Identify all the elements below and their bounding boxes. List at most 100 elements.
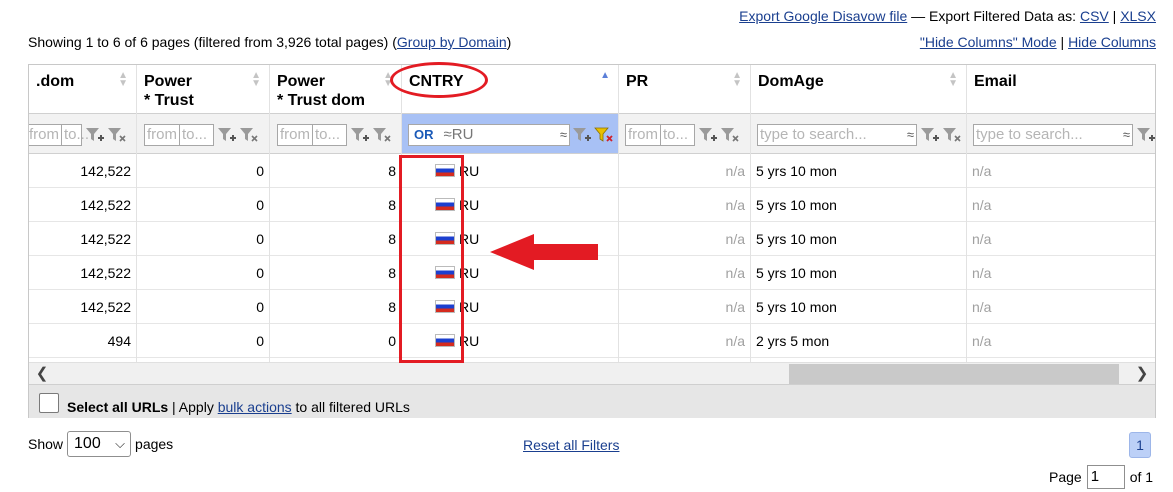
cell-email: n/a (967, 188, 1155, 222)
header-power-trust[interactable]: Power * Trust ▲ ▼ (137, 65, 269, 114)
header-cntry[interactable]: CNTRY ▲ (402, 65, 618, 114)
add-filter-icon[interactable] (350, 126, 370, 144)
cell-cntry: RU (402, 324, 618, 358)
select-all-checkbox[interactable] (39, 393, 59, 413)
add-filter-icon[interactable] (1136, 126, 1156, 144)
header-power-trust-line2: * Trust (144, 92, 194, 109)
add-filter-icon[interactable] (920, 126, 940, 144)
scroll-left-icon[interactable]: ❮ (31, 363, 53, 385)
header-dom[interactable]: .dom ▲ ▼ (29, 65, 136, 114)
export-xlsx-link[interactable]: XLSX (1120, 8, 1156, 24)
cell-pr: n/a (619, 256, 750, 290)
add-filter-icon[interactable] (698, 126, 718, 144)
header-power-trust-dom-line2: * Trust dom (277, 92, 366, 109)
column-pr: PR ▲ ▼ from to... n/a n/a n/a n/a n/a n/a (619, 65, 751, 362)
search-input-domage[interactable]: type to search... ≈ (757, 124, 917, 146)
cell-cntry-code: RU (459, 299, 480, 315)
cell-power-trust: 0 (137, 324, 269, 358)
range-from-input[interactable]: from (145, 125, 179, 145)
approx-match-icon[interactable]: ≈ (907, 125, 914, 145)
results-summary-close: ) (506, 34, 512, 50)
range-from-input[interactable]: from (29, 125, 61, 145)
approx-match-icon[interactable]: ≈ (1123, 125, 1130, 145)
select-all-label: Select all URLs (67, 399, 169, 415)
export-csv-link[interactable]: CSV (1080, 8, 1109, 24)
clear-filter-icon[interactable] (720, 126, 740, 144)
clear-filter-icon[interactable] (107, 126, 127, 144)
clear-filter-icon[interactable] (239, 126, 259, 144)
page-1-button[interactable]: 1 (1129, 432, 1151, 458)
cntry-filter-input[interactable]: OR ≈RU ≈ (408, 124, 570, 146)
range-filter-power-trust-dom[interactable]: from to... (277, 124, 347, 146)
export-disavow-link[interactable]: Export Google Disavow file (739, 8, 907, 24)
group-by-domain-link[interactable]: Group by Domain (397, 34, 507, 50)
range-filter-pr[interactable]: from to... (625, 124, 695, 146)
page-number-input[interactable]: 1 (1086, 465, 1125, 489)
hide-columns-link[interactable]: Hide Columns (1068, 34, 1156, 50)
cell-pr: n/a (619, 188, 750, 222)
filter-operator-or[interactable]: OR (411, 127, 444, 142)
cell-power-trust-dom: 8 (270, 256, 401, 290)
cell-email: n/a (967, 154, 1155, 188)
range-from-input[interactable]: from (278, 125, 312, 145)
sort-icon[interactable]: ▲ ▼ (383, 71, 393, 89)
cell-cntry-code: RU (459, 333, 480, 349)
search-placeholder: type to search... (976, 126, 1083, 143)
sort-icon[interactable]: ▲ ▼ (118, 71, 128, 89)
cell-cntry: RU (402, 154, 618, 188)
hide-columns-mode-link[interactable]: "Hide Columns" Mode (920, 34, 1057, 50)
sort-icon[interactable]: ▲ ▼ (251, 71, 261, 89)
cell-email: n/a (967, 290, 1155, 324)
page-navigator: Page 1 of 1 (1049, 465, 1153, 489)
add-filter-icon[interactable] (217, 126, 237, 144)
range-filter-power-trust[interactable]: from to... (144, 124, 214, 146)
clear-filter-icon[interactable] (942, 126, 962, 144)
cell-dom: 142,522 (29, 290, 136, 324)
sort-icon[interactable]: ▲ ▼ (732, 71, 742, 89)
bulk-actions-link[interactable]: bulk actions (218, 399, 292, 415)
cell-power-trust-dom: 8 (270, 290, 401, 324)
sort-icon[interactable]: ▲ ▼ (948, 71, 958, 89)
scroll-right-icon[interactable]: ❯ (1131, 363, 1153, 385)
page-size-control: Show 100 ⌵ pages (28, 431, 173, 457)
russia-flag-icon (435, 198, 455, 211)
column-power-trust: Power * Trust ▲ ▼ from to... 0 0 0 0 0 0 (137, 65, 270, 362)
cell-cntry-code: RU (459, 265, 480, 281)
cell-domage: 5 yrs 10 mon (751, 188, 966, 222)
add-filter-icon[interactable] (85, 126, 105, 144)
header-email[interactable]: Email (967, 65, 1155, 114)
header-domage[interactable]: DomAge ▲ ▼ (751, 65, 966, 114)
range-to-input[interactable]: to... (312, 125, 342, 145)
cell-power-trust-dom: 8 (270, 154, 401, 188)
cell-domage: 5 yrs 10 mon (751, 290, 966, 324)
reset-filters-link[interactable]: Reset all Filters (523, 437, 619, 453)
russia-flag-icon (435, 300, 455, 313)
range-to-input[interactable]: to... (179, 125, 209, 145)
clear-filter-icon[interactable] (372, 126, 392, 144)
cell-cntry: RU (402, 290, 618, 324)
cell-domage: 5 yrs 10 mon (751, 256, 966, 290)
columns-links-pipe: | (1056, 34, 1069, 50)
add-filter-icon[interactable] (572, 126, 592, 144)
range-from-input[interactable]: from (626, 125, 660, 145)
sort-asc-icon[interactable]: ▲ (600, 71, 610, 81)
export-pipe: | (1108, 8, 1121, 24)
range-filter-dom[interactable]: from to... (29, 124, 89, 146)
header-pr[interactable]: PR ▲ ▼ (619, 65, 750, 114)
horizontal-scrollbar[interactable]: ❮ ❯ (29, 362, 1155, 385)
results-summary: Showing 1 to 6 of 6 pages (filtered from… (28, 34, 511, 50)
page-size-select[interactable]: 100 ⌵ (67, 431, 132, 457)
column-cntry: CNTRY ▲ OR ≈RU ≈ RU RU RU RU RU RU (402, 65, 619, 362)
clear-filter-active-icon[interactable] (594, 126, 614, 144)
cell-power-trust-dom: 8 (270, 222, 401, 256)
filter-domage: type to search... ≈ (751, 114, 966, 154)
header-power-trust-dom[interactable]: Power * Trust dom ▲ ▼ (270, 65, 401, 114)
russia-flag-icon (435, 232, 455, 245)
search-input-email[interactable]: type to search... ≈ (973, 124, 1133, 146)
approx-match-icon[interactable]: ≈ (560, 125, 567, 145)
scrollbar-thumb[interactable] (789, 364, 1119, 384)
cell-cntry: RU (402, 188, 618, 222)
cell-email: n/a (967, 222, 1155, 256)
range-to-input[interactable]: to... (660, 125, 690, 145)
header-email-label: Email (974, 73, 1017, 90)
